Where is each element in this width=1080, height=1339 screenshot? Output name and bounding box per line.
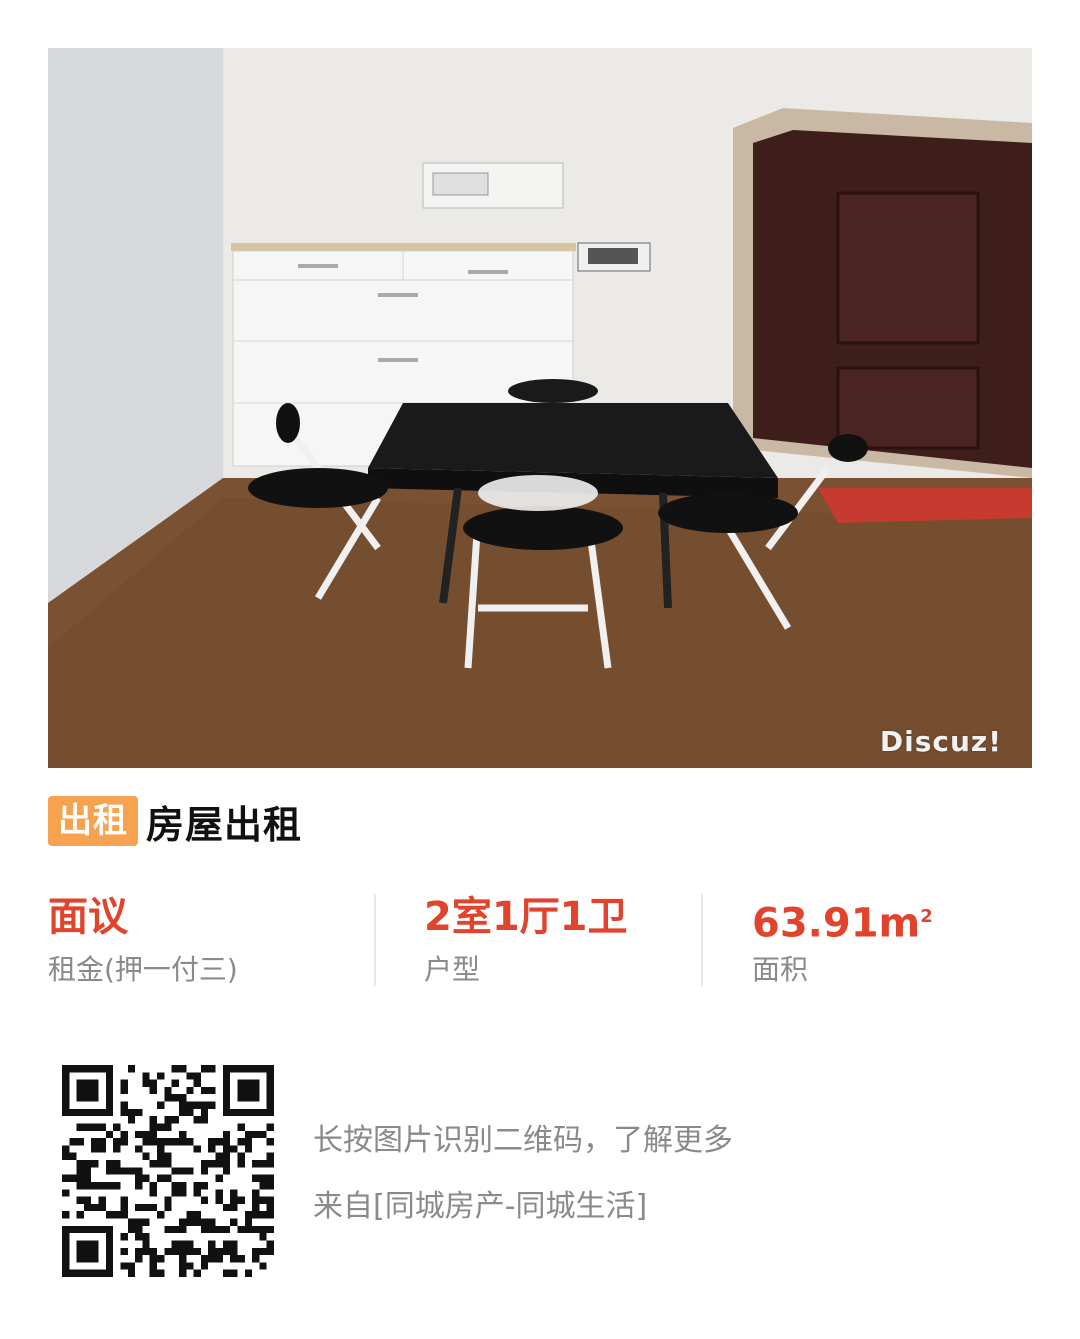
rent-tag-badge: 出租 xyxy=(48,796,138,846)
watermark-text: Discuz! xyxy=(879,725,1002,758)
stat-divider xyxy=(701,894,703,986)
listing-photo[interactable]: Discuz! xyxy=(48,48,1032,768)
layout-label: 户型 xyxy=(424,953,481,986)
area-unit-superscript: 2 xyxy=(920,906,933,927)
source-text: 来自[同城房产-同城生活] xyxy=(313,1189,648,1224)
qr-hint-text: 长按图片识别二维码，了解更多 xyxy=(313,1123,733,1158)
area-value: 63.91m2 xyxy=(752,888,933,946)
stat-area: 63.91m2 面积 xyxy=(752,888,933,988)
stat-divider xyxy=(374,894,376,986)
qr-code-icon[interactable] xyxy=(62,1065,274,1277)
area-number: 63.91m xyxy=(752,900,921,947)
rent-value: 面议 xyxy=(48,894,128,940)
qr-code-graphic xyxy=(62,1065,274,1277)
area-label: 面积 xyxy=(752,953,809,986)
stat-rent: 面议 租金(押一付三) xyxy=(48,888,238,988)
room-illustration xyxy=(48,48,1032,768)
rent-label: 租金(押一付三) xyxy=(48,953,238,986)
listing-title-row: 出租 房屋出租 xyxy=(48,795,302,847)
listing-title: 房屋出租 xyxy=(146,802,303,847)
layout-value: 2室1厅1卫 xyxy=(424,894,628,940)
stat-layout: 2室1厅1卫 户型 xyxy=(424,888,628,988)
listing-stats: 面议 租金(押一付三) 2室1厅1卫 户型 63.91m2 面积 xyxy=(48,888,1032,988)
